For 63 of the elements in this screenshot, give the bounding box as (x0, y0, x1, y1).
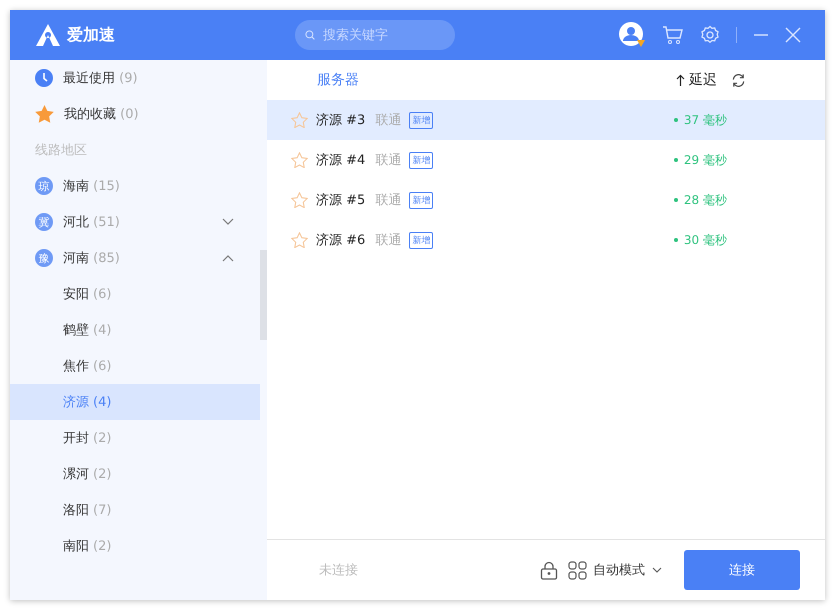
isp-label: 联通 (375, 152, 402, 169)
chevron-icon[interactable] (222, 254, 234, 262)
server-row[interactable]: 济源 #6 联通 新增 30 毫秒 (267, 220, 825, 260)
latency-value: 29 毫秒 (674, 152, 727, 168)
chevron-icon[interactable] (222, 218, 234, 226)
search-field[interactable]: 搜索关键字 (321, 26, 445, 44)
latency-value: 30 毫秒 (674, 232, 727, 248)
server-name: 济源 #3 (316, 112, 366, 129)
isp-label: 联通 (375, 192, 402, 209)
sidebar-item[interactable]: 洛阳 (7) (10, 492, 260, 528)
grid-icon (568, 560, 587, 580)
clock-icon (35, 69, 53, 87)
sidebar-item[interactable]: 鹤壁 (4) (10, 312, 260, 348)
new-tag: 新增 (409, 112, 434, 128)
star-icon[interactable] (291, 192, 308, 208)
server-row[interactable]: 济源 #5 联通 新增 28 毫秒 (267, 180, 825, 220)
sidebar-item[interactable]: 焦作 (6) (10, 348, 260, 384)
sidebar-item[interactable]: 我的收藏 (0) (10, 96, 260, 132)
isp-label: 联通 (375, 112, 402, 129)
latency-value: 37 毫秒 (674, 112, 727, 128)
new-tag: 新增 (409, 232, 434, 248)
new-tag: 新增 (409, 152, 434, 168)
settings-icon[interactable] (700, 25, 720, 45)
sort-latency-button[interactable]: 延迟 (676, 71, 717, 89)
sidebar-item[interactable]: 冀 河北 (51) (10, 204, 260, 240)
sidebar-item[interactable]: 琼 海南 (15) (10, 168, 260, 204)
star-icon[interactable] (291, 152, 308, 168)
server-name: 济源 #6 (316, 232, 366, 249)
sidebar-item[interactable]: 安阳 (6) (10, 276, 260, 312)
sidebar-item[interactable]: 豫 河南 (85) (10, 240, 260, 276)
caret-icon (652, 567, 662, 573)
close-icon[interactable] (785, 27, 801, 43)
refresh-icon[interactable] (731, 72, 746, 88)
sidebar-item[interactable]: 开封 (2) (10, 420, 260, 456)
mode-dropdown[interactable]: 自动模式 (593, 561, 662, 579)
lock-icon[interactable] (540, 560, 558, 580)
isp-label: 联通 (375, 232, 402, 249)
app-name: 爱加速 (67, 24, 115, 46)
sidebar-item[interactable]: 南阳 (2) (10, 528, 260, 564)
region-badge: 豫 (35, 249, 53, 267)
connection-status: 未连接 (319, 562, 358, 579)
new-tag: 新增 (409, 192, 434, 208)
sidebar-item[interactable]: 最近使用 (9) (10, 60, 260, 96)
server-name: 济源 #4 (316, 152, 366, 169)
column-header: 服务器 (317, 71, 359, 89)
server-name: 济源 #5 (316, 192, 366, 209)
connect-button[interactable]: 连接 (684, 550, 800, 590)
server-row[interactable]: 济源 #4 联通 新增 29 毫秒 (267, 140, 825, 180)
star-icon (35, 105, 54, 123)
region-badge: 琼 (35, 177, 53, 195)
region-badge: 冀 (35, 213, 53, 231)
sort-arrow-icon (676, 74, 685, 86)
scrollbar[interactable] (260, 250, 267, 340)
avatar-icon[interactable] (618, 21, 646, 49)
search-bar[interactable]: 搜索关键字 (295, 20, 455, 50)
latency-value: 28 毫秒 (674, 192, 727, 208)
cart-icon[interactable] (662, 25, 684, 45)
star-icon[interactable] (291, 232, 308, 248)
sidebar-item[interactable]: 漯河 (2) (10, 456, 260, 492)
server-row[interactable]: 济源 #3 联通 新增 37 毫秒 (267, 100, 825, 140)
section-label: 线路地区 (34, 142, 88, 160)
star-icon[interactable] (291, 112, 308, 128)
logo-icon (35, 23, 61, 47)
